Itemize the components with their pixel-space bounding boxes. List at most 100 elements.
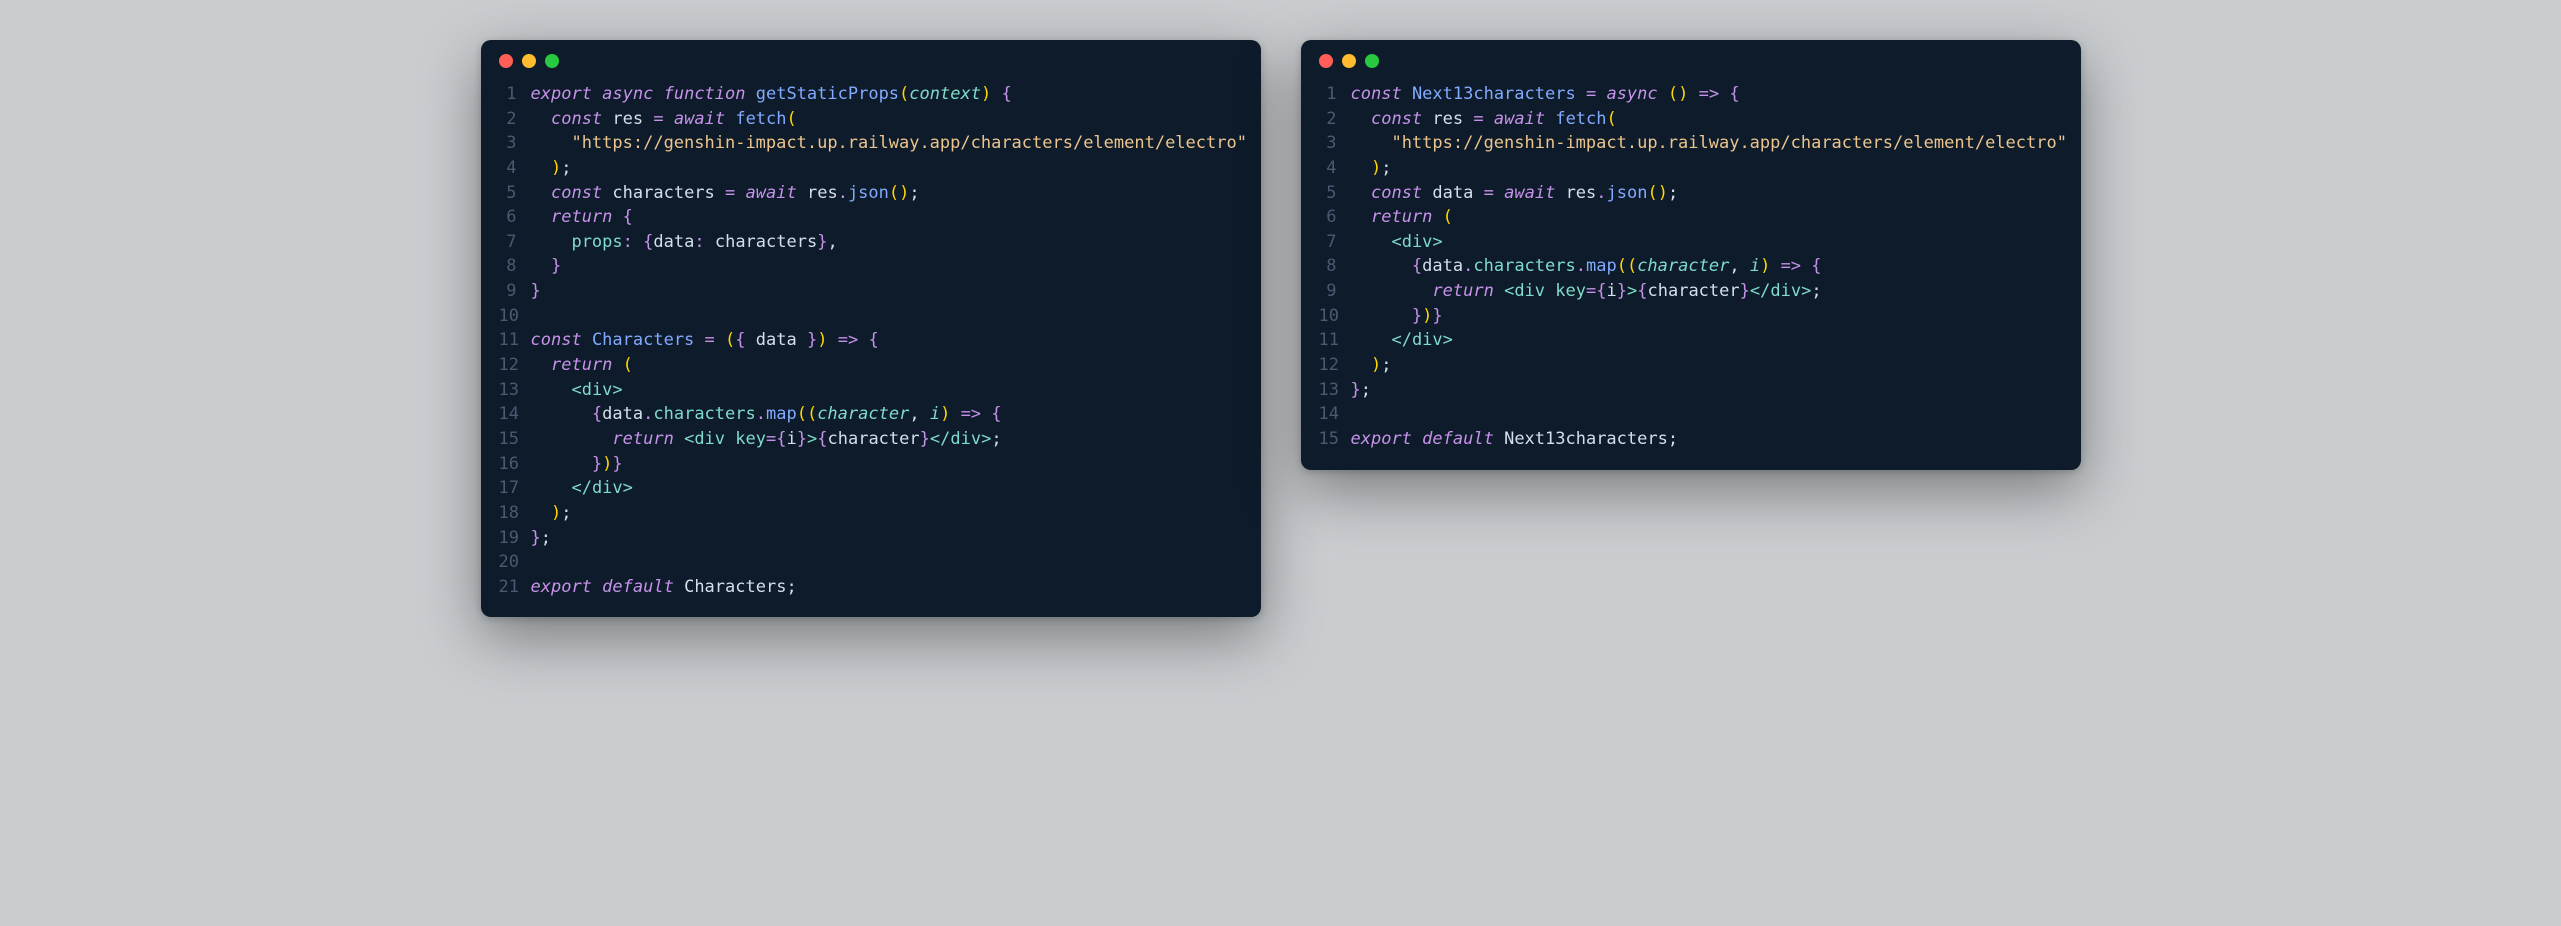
line-number: 9 [1319,279,1351,304]
code-line: 9 return <div key={i}>{character}</div>; [1301,279,2081,304]
code-line: 3 "https://genshin-impact.up.railway.app… [1301,131,2081,156]
line-number: 12 [499,353,531,378]
line-content: })} [531,452,1243,477]
code-line: 12 return ( [481,353,1261,378]
code-line: 17 </div> [481,476,1261,501]
line-content: return <div key={i}>{character}</div>; [531,427,1243,452]
window-titlebar [481,40,1261,74]
line-content: "https://genshin-impact.up.railway.app/c… [1351,131,2067,156]
code-line: 5 const data = await res.json(); [1301,181,2081,206]
line-number: 16 [499,452,531,477]
code-line: 6 return { [481,205,1261,230]
code-line: 7 <div> [1301,230,2081,255]
line-content [531,304,1243,329]
line-number: 9 [499,279,531,304]
line-number: 3 [499,131,531,156]
line-number: 19 [499,526,531,551]
line-content: } [531,279,1243,304]
line-content [1351,402,2063,427]
line-number: 4 [1319,156,1351,181]
line-number: 5 [499,181,531,206]
code-line: 15 return <div key={i}>{character}</div>… [481,427,1261,452]
code-line: 2 const res = await fetch( [1301,107,2081,132]
line-content: props: {data: characters}, [531,230,1243,255]
line-content: }; [1351,378,2063,403]
code-line: 5 const characters = await res.json(); [481,181,1261,206]
line-number: 11 [499,328,531,353]
code-line: 13}; [1301,378,2081,403]
code-line: 11 </div> [1301,328,2081,353]
line-number: 2 [1319,107,1351,132]
code-line: 13 <div> [481,378,1261,403]
line-number: 13 [1319,378,1351,403]
line-content: </div> [531,476,1243,501]
code-line: 3 "https://genshin-impact.up.railway.app… [481,131,1261,156]
line-number: 14 [1319,402,1351,427]
minimize-icon [522,54,536,68]
code-line: 4 ); [1301,156,2081,181]
code-snippet-left: 1export async function getStaticProps(co… [481,40,1261,617]
line-number: 17 [499,476,531,501]
line-content: const characters = await res.json(); [531,181,1243,206]
code-line: 1export async function getStaticProps(co… [481,82,1261,107]
line-number: 13 [499,378,531,403]
line-content: const res = await fetch( [531,107,1243,132]
line-number: 6 [499,205,531,230]
line-content: } [531,254,1243,279]
line-content: {data.characters.map((character, i) => { [531,402,1243,427]
line-content [531,550,1243,575]
line-number: 7 [499,230,531,255]
maximize-icon [545,54,559,68]
line-content: const data = await res.json(); [1351,181,2063,206]
line-content: {data.characters.map((character, i) => { [1351,254,2063,279]
line-content: <div> [531,378,1243,403]
line-content: export async function getStaticProps(con… [531,82,1243,107]
close-icon [499,54,513,68]
code-line: 21export default Characters; [481,575,1261,600]
line-number: 3 [1319,131,1351,156]
line-content: const Characters = ({ data }) => { [531,328,1243,353]
line-content: return ( [531,353,1243,378]
line-content: return <div key={i}>{character}</div>; [1351,279,2063,304]
line-number: 12 [1319,353,1351,378]
code-line: 20 [481,550,1261,575]
code-line: 8 } [481,254,1261,279]
code-line: 9} [481,279,1261,304]
line-number: 18 [499,501,531,526]
code-line: 10 })} [1301,304,2081,329]
line-content: })} [1351,304,2063,329]
line-number: 6 [1319,205,1351,230]
line-number: 8 [499,254,531,279]
code-line: 2 const res = await fetch( [481,107,1261,132]
line-content: <div> [1351,230,2063,255]
code-line: 14 {data.characters.map((character, i) =… [481,402,1261,427]
line-content: ); [531,156,1243,181]
line-content: const Next13characters = async () => { [1351,82,2063,107]
line-number: 7 [1319,230,1351,255]
line-content: const res = await fetch( [1351,107,2063,132]
line-number: 1 [1319,82,1351,107]
line-content: }; [531,526,1243,551]
line-content: ); [1351,353,2063,378]
code-line: 14 [1301,402,2081,427]
line-number: 21 [499,575,531,600]
code-line: 18 ); [481,501,1261,526]
code-line: 6 return ( [1301,205,2081,230]
code-line: 7 props: {data: characters}, [481,230,1261,255]
line-number: 14 [499,402,531,427]
line-content: export default Characters; [531,575,1243,600]
code-line: 12 ); [1301,353,2081,378]
line-number: 5 [1319,181,1351,206]
line-content: return ( [1351,205,2063,230]
line-number: 2 [499,107,531,132]
line-number: 20 [499,550,531,575]
code-line: 19}; [481,526,1261,551]
code-line: 16 })} [481,452,1261,477]
line-number: 1 [499,82,531,107]
line-number: 10 [1319,304,1351,329]
code-block-right: 1const Next13characters = async () => {2… [1301,74,2081,470]
code-line: 4 ); [481,156,1261,181]
line-number: 8 [1319,254,1351,279]
code-line: 11const Characters = ({ data }) => { [481,328,1261,353]
window-titlebar [1301,40,2081,74]
